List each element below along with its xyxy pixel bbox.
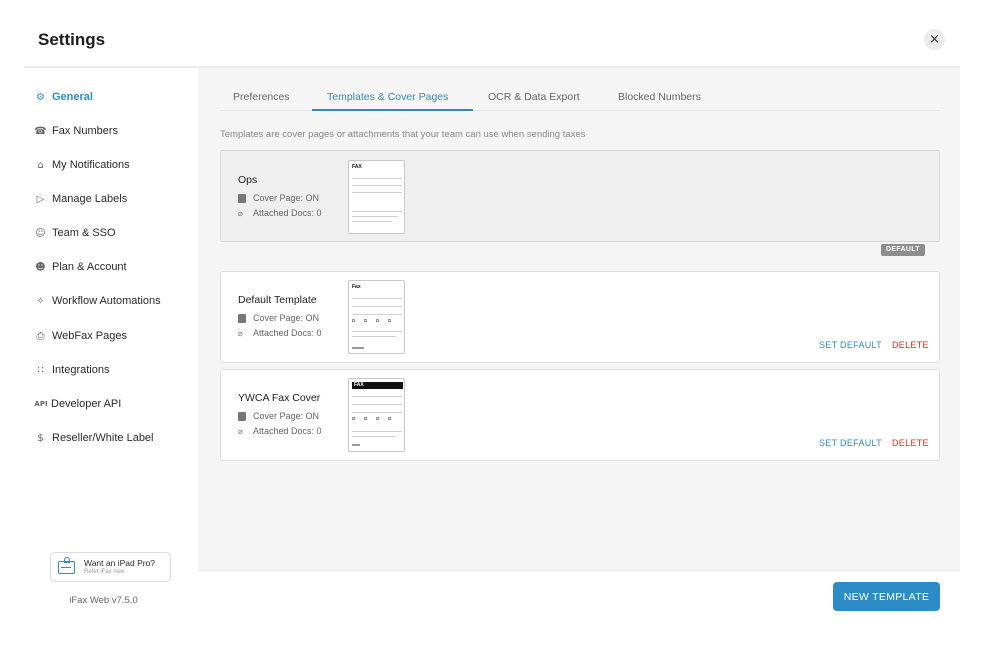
sidebar-item-fax-numbers[interactable]: ☎ Fax Numbers bbox=[34, 121, 118, 141]
templates-description: Templates are cover pages or attachments… bbox=[220, 129, 586, 140]
templates-footer: NEW TEMPLATE bbox=[198, 570, 960, 620]
sidebar-item-label: My Notifications bbox=[52, 159, 130, 171]
set-default-button[interactable]: SET DEFAULT bbox=[819, 340, 882, 350]
sidebar-item-label: Integrations bbox=[52, 364, 110, 376]
document-icon bbox=[238, 313, 246, 323]
fax-icon: ☎ bbox=[34, 125, 47, 137]
template-card-ywca-fax-cover[interactable]: YWCA Fax Cover Cover Page: ON ⌀ Attached… bbox=[220, 369, 940, 461]
sidebar-item-general[interactable]: ⚙ General bbox=[34, 87, 93, 107]
bell-icon: ⌂ bbox=[37, 159, 44, 171]
cover-page-thumbnail: Fax bbox=[348, 280, 405, 354]
active-tab-indicator bbox=[312, 109, 473, 111]
delete-button[interactable]: DELETE bbox=[892, 340, 929, 350]
sidebar-item-label: Developer API bbox=[51, 398, 122, 410]
sidebar-item-label: Workflow Automations bbox=[52, 295, 161, 307]
attached-docs-count: ⌀ Attached Docs: 0 bbox=[238, 328, 322, 338]
tab-preferences[interactable]: Preferences bbox=[233, 91, 290, 103]
attached-docs-count: ⌀ Attached Docs: 0 bbox=[238, 208, 322, 218]
paperclip-icon: ⌀ bbox=[238, 426, 243, 436]
template-card-default-template[interactable]: Default Template Cover Page: ON ⌀ Attach… bbox=[220, 271, 940, 363]
gift-icon bbox=[58, 556, 75, 574]
printer-icon: ⎙ bbox=[36, 330, 45, 342]
set-default-button[interactable]: SET DEFAULT bbox=[819, 438, 882, 448]
new-template-button[interactable]: NEW TEMPLATE bbox=[833, 582, 940, 611]
sidebar-item-label: General bbox=[52, 91, 93, 103]
attached-docs-count: ⌀ Attached Docs: 0 bbox=[238, 426, 322, 436]
promo-title: Want an iPad Pro? bbox=[84, 558, 156, 568]
account-icon: ☻ bbox=[35, 261, 46, 273]
tab-templates-cover-pages[interactable]: Templates & Cover Pages bbox=[327, 91, 448, 103]
sidebar-item-label: Plan & Account bbox=[52, 261, 127, 273]
gear-icon: ⚙ bbox=[36, 91, 45, 103]
tab-blocked-numbers[interactable]: Blocked Numbers bbox=[618, 91, 701, 103]
close-button[interactable]: × bbox=[924, 29, 945, 50]
page-title: Settings bbox=[38, 30, 106, 49]
sidebar-item-manage-labels[interactable]: ▷ Manage Labels bbox=[34, 189, 128, 209]
default-badge: DEFAULT bbox=[881, 244, 925, 256]
sidebar-item-webfax-pages[interactable]: ⎙ WebFax Pages bbox=[34, 326, 128, 346]
template-name: Default Template bbox=[238, 294, 317, 306]
grid-icon: ∷ bbox=[37, 364, 44, 376]
settings-sidebar: ⚙ General ☎ Fax Numbers ⌂ My Notificatio… bbox=[24, 68, 198, 620]
cover-page-status: Cover Page: ON bbox=[238, 193, 319, 203]
paperclip-icon: ⌀ bbox=[238, 328, 243, 338]
dollar-icon: $ bbox=[37, 432, 44, 444]
template-name: Ops bbox=[238, 174, 258, 186]
template-name: YWCA Fax Cover bbox=[238, 392, 321, 404]
document-icon bbox=[238, 193, 246, 203]
app-version: iFax Web v7.5.0 bbox=[69, 595, 138, 606]
label-icon: ▷ bbox=[36, 193, 45, 205]
sparkle-icon: ✧ bbox=[36, 295, 45, 307]
api-icon: API bbox=[34, 400, 48, 408]
delete-button[interactable]: DELETE bbox=[892, 438, 929, 448]
promo-subtitle: Refer iFax now bbox=[84, 569, 125, 575]
sidebar-item-label: Team & SSO bbox=[52, 227, 116, 239]
paperclip-icon: ⌀ bbox=[238, 208, 243, 218]
team-icon: ☺ bbox=[35, 227, 46, 239]
sidebar-item-label: Manage Labels bbox=[52, 193, 128, 205]
template-card-ops[interactable]: Ops Cover Page: ON ⌀ Attached Docs: 0 FA… bbox=[220, 150, 940, 256]
settings-header: Settings × bbox=[0, 0, 990, 68]
templates-panel: Preferences Templates & Cover Pages OCR … bbox=[198, 68, 960, 570]
sidebar-item-plan-account[interactable]: ☻ Plan & Account bbox=[34, 257, 127, 277]
refer-promo-card[interactable]: Want an iPad Pro? Refer iFax now bbox=[50, 552, 171, 582]
sidebar-item-developer-api[interactable]: API Developer API bbox=[33, 394, 121, 414]
sidebar-item-label: Fax Numbers bbox=[52, 125, 119, 137]
cover-page-thumbnail: FAX bbox=[348, 160, 405, 234]
document-icon bbox=[238, 411, 246, 421]
sidebar-item-team-sso[interactable]: ☺ Team & SSO bbox=[34, 223, 116, 243]
sidebar-item-integrations[interactable]: ∷ Integrations bbox=[34, 360, 109, 380]
cover-page-status: Cover Page: ON bbox=[238, 411, 319, 421]
settings-tabs: Preferences Templates & Cover Pages OCR … bbox=[220, 88, 940, 111]
cover-page-thumbnail: FAX bbox=[348, 378, 405, 452]
sidebar-item-label: Reseller/White Label bbox=[52, 432, 154, 444]
sidebar-item-workflow-automations[interactable]: ✧ Workflow Automations bbox=[34, 291, 161, 311]
cover-page-status: Cover Page: ON bbox=[238, 313, 319, 323]
sidebar-item-my-notifications[interactable]: ⌂ My Notifications bbox=[34, 155, 130, 175]
sidebar-item-reseller-white-label[interactable]: $ Reseller/White Label bbox=[34, 428, 154, 448]
tab-ocr-data-export[interactable]: OCR & Data Export bbox=[488, 91, 580, 103]
sidebar-item-label: WebFax Pages bbox=[52, 330, 128, 342]
